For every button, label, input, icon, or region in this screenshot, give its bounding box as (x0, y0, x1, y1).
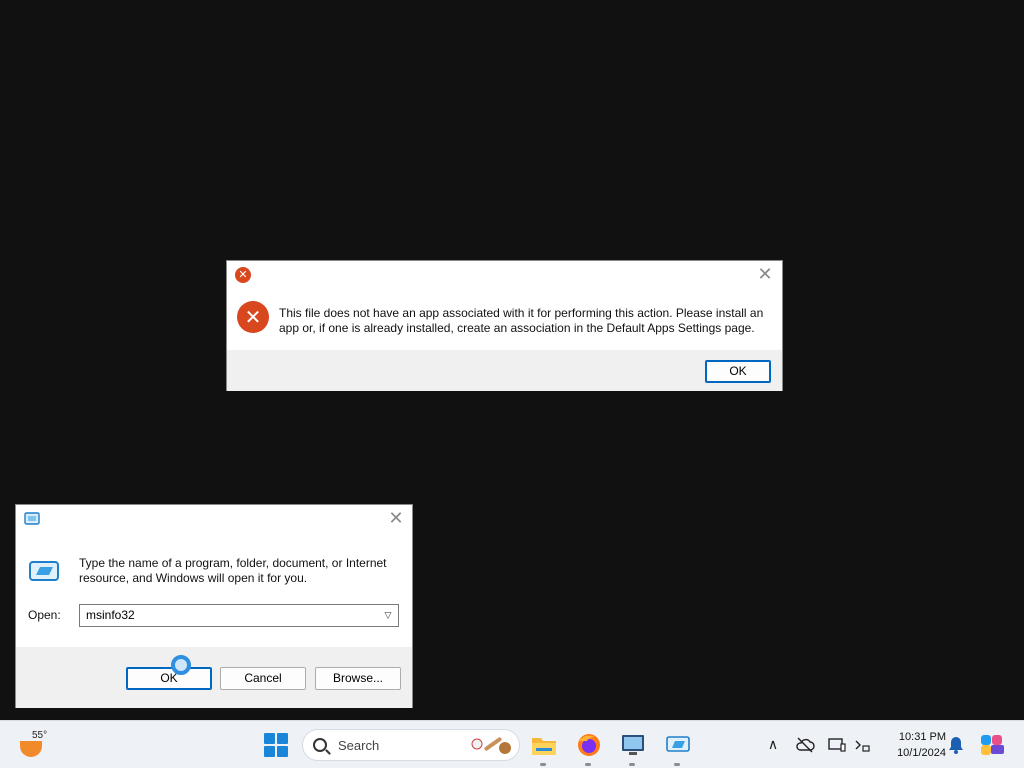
weather-widget[interactable]: 55° (16, 727, 56, 763)
clock-date: 10/1/2024 (897, 747, 946, 759)
run-icon (29, 561, 59, 581)
running-indicator (629, 763, 635, 766)
taskbar-run[interactable] (664, 731, 692, 766)
run-app-icon (666, 736, 690, 752)
running-indicator (674, 763, 680, 766)
taskbar: 55° Search ∧ 10:31 PM 10/1/2024 (0, 720, 1024, 768)
chevron-down-icon[interactable]: ▽ (380, 607, 396, 624)
taskbar-remote-desktop[interactable] (619, 731, 647, 766)
network-icon[interactable] (852, 735, 872, 755)
error-dialog-footer: OK (227, 350, 782, 391)
clock-time: 10:31 PM (898, 731, 946, 743)
run-ok-button[interactable]: OK (126, 667, 212, 690)
run-cancel-button[interactable]: Cancel (220, 667, 306, 690)
run-description: Type the name of a program, folder, docu… (79, 556, 387, 585)
open-combobox[interactable]: msinfo32 ▽ (79, 604, 399, 627)
run-browse-button[interactable]: Browse... (315, 667, 401, 690)
cloud-offline-icon[interactable] (795, 735, 815, 755)
taskbar-file-explorer[interactable] (530, 731, 558, 766)
copilot-icon[interactable] (979, 733, 1005, 757)
error-ok-button[interactable]: OK (705, 360, 771, 383)
clock[interactable]: 10:31 PM 10/1/2024 (876, 729, 946, 761)
firefox-icon (578, 734, 600, 756)
start-button[interactable] (264, 733, 288, 757)
search-icon (313, 738, 327, 752)
folder-icon (532, 738, 556, 755)
running-indicator (540, 763, 546, 766)
show-hidden-icons-chevron-icon[interactable]: ∧ (763, 735, 783, 755)
weather-icon (20, 741, 42, 757)
busy-cursor-icon (171, 655, 191, 675)
error-dialog-close-button[interactable]: ✕ (753, 265, 777, 285)
windows-logo-tile (277, 733, 288, 744)
monitor-icon (622, 735, 644, 755)
run-dialog: ✕ Type the name of a program, folder, do… (15, 504, 413, 708)
taskbar-search[interactable]: Search (302, 729, 520, 761)
open-label: Open: (28, 608, 61, 622)
notification-bell-icon[interactable] (948, 736, 964, 754)
weather-temperature: 55° (32, 730, 48, 741)
running-indicator (585, 763, 591, 766)
windows-logo-icon (264, 733, 275, 744)
error-dialog-titlebar[interactable]: ✕ ✕ (227, 261, 782, 289)
display-icon[interactable] (827, 735, 847, 755)
error-small-icon: ✕ (235, 267, 251, 283)
windows-logo-tile (264, 746, 275, 757)
run-dialog-close-button[interactable]: ✕ (384, 509, 408, 529)
search-placeholder: Search (338, 738, 380, 753)
windows-logo-tile (277, 746, 288, 757)
error-icon: ✕ (237, 301, 269, 333)
open-input-value[interactable]: msinfo32 (86, 608, 135, 622)
run-dialog-footer: OK Cancel Browse... (16, 647, 412, 708)
error-dialog: ✕ ✕ ✕ This file does not have an app ass… (226, 260, 783, 391)
run-small-icon (24, 512, 40, 525)
error-message: This file does not have an app associate… (279, 306, 764, 335)
taskbar-firefox[interactable] (575, 731, 603, 766)
search-highlight-icon (471, 737, 511, 754)
